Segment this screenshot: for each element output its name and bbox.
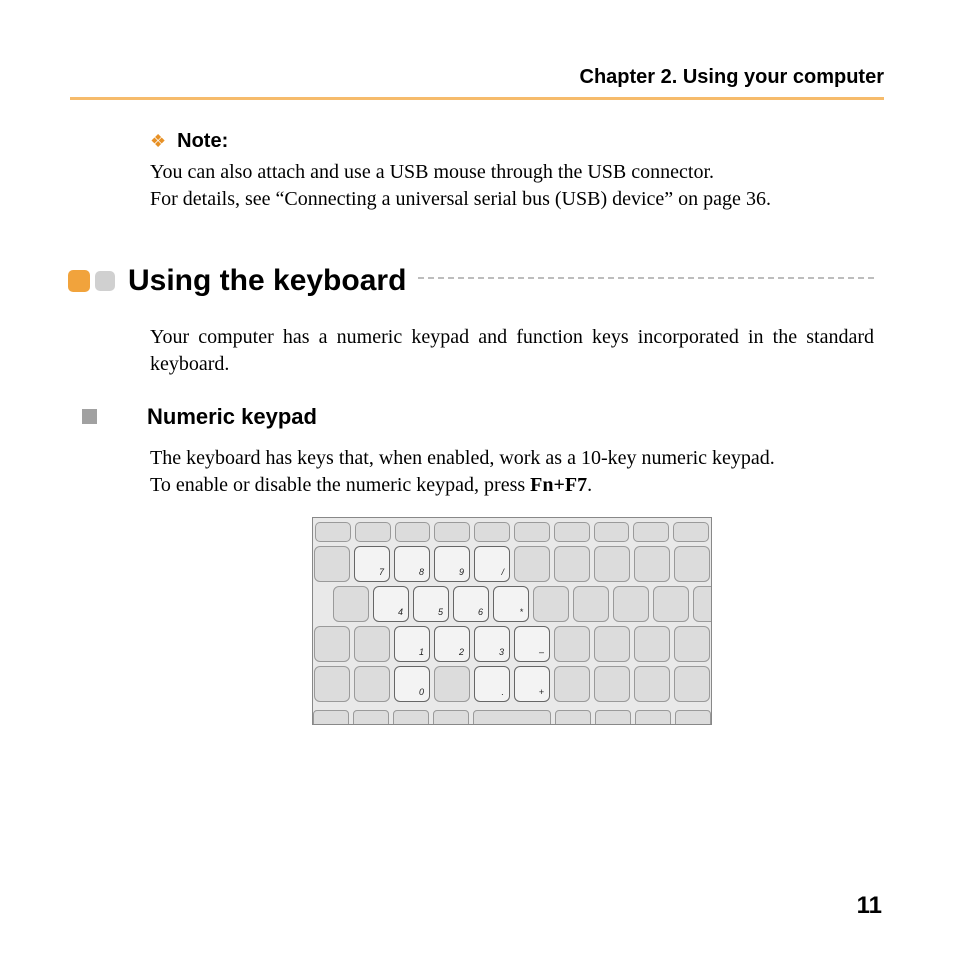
fn-key xyxy=(594,522,630,542)
key-blank xyxy=(554,546,590,582)
key-blank xyxy=(333,586,369,622)
key-blank xyxy=(434,666,470,702)
key-blank xyxy=(634,546,670,582)
key-blank xyxy=(594,666,630,702)
key-blank xyxy=(554,626,590,662)
fn-key xyxy=(673,522,709,542)
keypad-key: + xyxy=(514,666,550,702)
key-blank xyxy=(514,546,550,582)
key-blank xyxy=(314,626,350,662)
key-blank xyxy=(433,710,469,725)
diamond-icon: ❖ xyxy=(150,131,166,151)
key-blank xyxy=(555,710,591,725)
fn-key xyxy=(633,522,669,542)
section-intro: Your computer has a numeric keypad and f… xyxy=(150,324,874,378)
keypad-key: 8 xyxy=(394,546,430,582)
key-blank xyxy=(675,710,711,725)
chapter-title: Chapter 2. Using your computer xyxy=(580,66,885,89)
key-blank xyxy=(595,710,631,725)
fn-key xyxy=(474,522,510,542)
subsection-heading-row: Numeric keypad xyxy=(68,402,874,432)
keyboard-figure: 7 8 9 / 4 5 6 * xyxy=(150,517,874,725)
keyboard-row: 1 2 3 – xyxy=(313,626,711,662)
fn-key xyxy=(514,522,550,542)
key-blank xyxy=(314,666,350,702)
fn-key xyxy=(395,522,431,542)
key-blank xyxy=(674,546,710,582)
p2-prefix: To enable or disable the numeric keypad,… xyxy=(150,474,530,496)
key-space xyxy=(473,710,551,725)
keyboard-row: 4 5 6 * xyxy=(332,586,712,622)
key-blank xyxy=(634,666,670,702)
keypad-key: 1 xyxy=(394,626,430,662)
fn-key xyxy=(554,522,590,542)
keypad-key: * xyxy=(493,586,529,622)
key-blank xyxy=(353,710,389,725)
keypad-key: 6 xyxy=(453,586,489,622)
note-text-1: You can also attach and use a USB mouse … xyxy=(150,159,874,186)
page-number: 11 xyxy=(857,892,882,920)
keypad-key: 4 xyxy=(373,586,409,622)
key-blank xyxy=(393,710,429,725)
note-heading: ❖ Note: xyxy=(150,128,874,155)
page-content: ❖ Note: You can also attach and use a US… xyxy=(70,128,884,725)
p2-suffix: . xyxy=(587,474,592,496)
key-blank xyxy=(653,586,689,622)
subsection-title: Numeric keypad xyxy=(147,402,317,432)
keyboard-fn-row xyxy=(313,522,711,542)
keyboard-diagram: 7 8 9 / 4 5 6 * xyxy=(312,517,712,725)
key-blank xyxy=(594,546,630,582)
subsection-p1: The keyboard has keys that, when enabled… xyxy=(150,445,874,472)
keypad-key: 7 xyxy=(354,546,390,582)
p2-shortcut: Fn+F7 xyxy=(530,474,587,496)
key-blank xyxy=(354,626,390,662)
note-label: Note: xyxy=(177,130,228,152)
key-blank xyxy=(554,666,590,702)
note-text-2: For details, see “Connecting a universal… xyxy=(150,186,874,213)
key-blank xyxy=(693,586,712,622)
bullet-grey-icon xyxy=(95,271,115,291)
keypad-key: 5 xyxy=(413,586,449,622)
keypad-key: – xyxy=(514,626,550,662)
keypad-key: 3 xyxy=(474,626,510,662)
key-blank xyxy=(674,666,710,702)
keypad-key: / xyxy=(474,546,510,582)
key-blank xyxy=(313,710,349,725)
bullet-square-icon xyxy=(82,409,97,424)
dashed-rule xyxy=(418,277,874,279)
keypad-key: . xyxy=(474,666,510,702)
keyboard-row: 7 8 9 / xyxy=(313,546,711,582)
keyboard-row: 0 . + xyxy=(313,666,711,702)
key-blank xyxy=(634,626,670,662)
key-blank xyxy=(573,586,609,622)
key-blank xyxy=(635,710,671,725)
key-blank xyxy=(533,586,569,622)
fn-key xyxy=(315,522,351,542)
key-blank xyxy=(354,666,390,702)
key-blank xyxy=(594,626,630,662)
document-page: Chapter 2. Using your computer ❖ Note: Y… xyxy=(0,0,954,954)
keypad-key: 9 xyxy=(434,546,470,582)
keypad-key: 0 xyxy=(394,666,430,702)
bullet-orange-icon xyxy=(68,270,90,292)
key-blank xyxy=(613,586,649,622)
section-title: Using the keyboard xyxy=(128,261,406,302)
section-heading-row: Using the keyboard xyxy=(68,261,874,302)
keyboard-row xyxy=(313,710,711,725)
fn-key xyxy=(355,522,391,542)
key-blank xyxy=(674,626,710,662)
key-blank xyxy=(314,546,350,582)
chapter-header: Chapter 2. Using your computer xyxy=(70,40,884,100)
subsection-p2: To enable or disable the numeric keypad,… xyxy=(150,472,874,499)
fn-key xyxy=(434,522,470,542)
keypad-key: 2 xyxy=(434,626,470,662)
